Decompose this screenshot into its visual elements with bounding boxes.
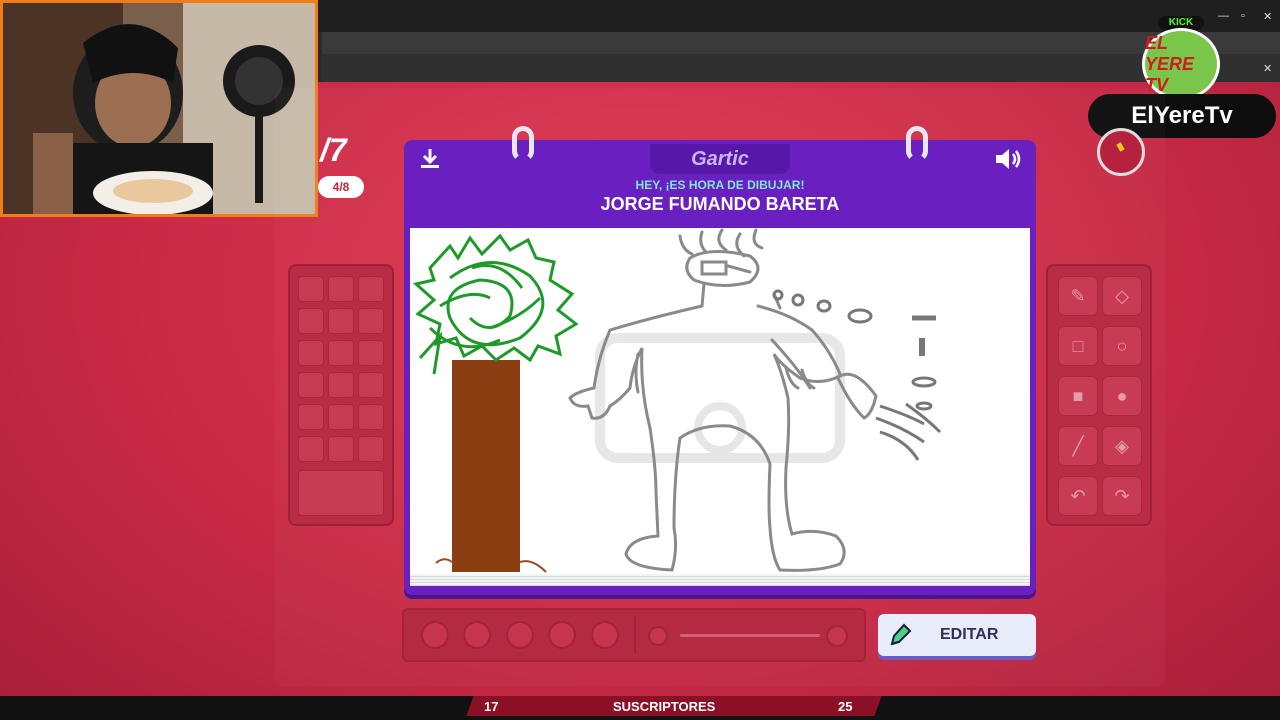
color-swatch[interactable] bbox=[358, 340, 384, 366]
man-drawing bbox=[568, 228, 878, 572]
drawing-canvas[interactable] bbox=[410, 228, 1030, 574]
color-swatch[interactable] bbox=[358, 276, 384, 302]
redo-icon[interactable]: ↷ bbox=[1102, 476, 1142, 516]
color-swatch[interactable] bbox=[358, 308, 384, 334]
download-icon[interactable] bbox=[420, 148, 440, 176]
drawing-hint: HEY, ¡ES HORA DE DIBUJAR! bbox=[635, 178, 805, 192]
color-swatch[interactable] bbox=[328, 276, 354, 302]
color-swatch[interactable] bbox=[358, 372, 384, 398]
undo-icon[interactable]: ↶ bbox=[1058, 476, 1098, 516]
opacity-slider[interactable] bbox=[680, 634, 820, 637]
edit-button[interactable]: EDITAR bbox=[878, 614, 1036, 656]
drawing bbox=[412, 228, 942, 573]
minimize-icon[interactable]: — bbox=[1218, 10, 1229, 22]
circle-filled-icon[interactable]: ● bbox=[1102, 376, 1142, 416]
color-swatch[interactable] bbox=[328, 340, 354, 366]
paper-edge bbox=[410, 574, 1030, 586]
opacity-min-icon bbox=[648, 626, 668, 646]
brush-size-4[interactable] bbox=[548, 621, 576, 649]
round-counter: /7 bbox=[320, 132, 347, 168]
timer-icon bbox=[1097, 128, 1145, 176]
address-bar[interactable] bbox=[322, 32, 1280, 55]
brush-size-1[interactable] bbox=[421, 621, 449, 649]
subscriber-count: 17 bbox=[484, 699, 499, 714]
webcam-overlay bbox=[0, 0, 318, 217]
current-color[interactable] bbox=[298, 470, 384, 516]
subscriber-goal: 25 bbox=[838, 699, 853, 714]
gartic-logo: Gartic bbox=[650, 144, 790, 174]
subscriber-goal-bar: 17 SUSCRIPTORES 25 bbox=[0, 696, 1280, 720]
subscriber-label: SUSCRIPTORES bbox=[613, 699, 716, 714]
drawing-notebook: Gartic HEY, ¡ES HORA DE DIBUJAR! JORGE F… bbox=[404, 126, 1036, 595]
rectangle-filled-icon[interactable]: ■ bbox=[1058, 376, 1098, 416]
color-swatch[interactable] bbox=[328, 404, 354, 430]
speaker-icon[interactable] bbox=[994, 148, 1022, 176]
brush-size-3[interactable] bbox=[506, 621, 534, 649]
circle-outline-icon[interactable]: ○ bbox=[1102, 326, 1142, 366]
color-palette bbox=[288, 264, 394, 526]
color-swatch[interactable] bbox=[358, 436, 384, 462]
divider bbox=[634, 616, 636, 654]
webcam-image bbox=[3, 3, 315, 214]
notebook-header: Gartic HEY, ¡ES HORA DE DIBUJAR! JORGE F… bbox=[404, 126, 1036, 226]
color-swatch[interactable] bbox=[298, 308, 324, 334]
binder-ring bbox=[512, 126, 534, 162]
color-swatch[interactable] bbox=[298, 404, 324, 430]
round-pill: 4/8 bbox=[318, 176, 364, 198]
color-swatch[interactable] bbox=[328, 308, 354, 334]
fill-bucket-icon[interactable]: ◈ bbox=[1102, 426, 1142, 466]
eraser-tool-icon[interactable]: ◇ bbox=[1102, 276, 1142, 316]
close-icon[interactable]: ✕ bbox=[1263, 10, 1272, 23]
rectangle-outline-icon[interactable]: □ bbox=[1058, 326, 1098, 366]
line-tool-icon[interactable]: ╱ bbox=[1058, 426, 1098, 466]
watermark-logo bbox=[595, 333, 845, 463]
bookmarks-bar bbox=[322, 54, 1280, 82]
opacity-handle[interactable] bbox=[826, 625, 848, 647]
close-tab-icon[interactable]: ✕ bbox=[1263, 62, 1272, 75]
color-swatch[interactable] bbox=[298, 276, 324, 302]
color-swatch[interactable] bbox=[358, 404, 384, 430]
color-swatch[interactable] bbox=[328, 372, 354, 398]
color-swatch[interactable] bbox=[328, 436, 354, 462]
brush-size-2[interactable] bbox=[463, 621, 491, 649]
drawing-subject: JORGE FUMANDO BARETA bbox=[600, 194, 840, 214]
color-swatch[interactable] bbox=[298, 436, 324, 462]
brush-size-5[interactable] bbox=[591, 621, 619, 649]
binder-ring bbox=[906, 126, 928, 162]
color-swatch[interactable] bbox=[298, 340, 324, 366]
tools-panel: ✎ ◇ □ ○ ■ ● ╱ ◈ ↶ ↷ bbox=[1046, 264, 1152, 526]
tree-trunk bbox=[452, 360, 520, 572]
pencil-icon bbox=[888, 622, 912, 653]
restore-icon[interactable]: ▫ bbox=[1241, 10, 1245, 22]
pencil-tool-icon[interactable]: ✎ bbox=[1058, 276, 1098, 316]
color-swatch[interactable] bbox=[298, 372, 324, 398]
edit-button-label: EDITAR bbox=[940, 626, 999, 643]
tree-leaves bbox=[412, 233, 579, 375]
